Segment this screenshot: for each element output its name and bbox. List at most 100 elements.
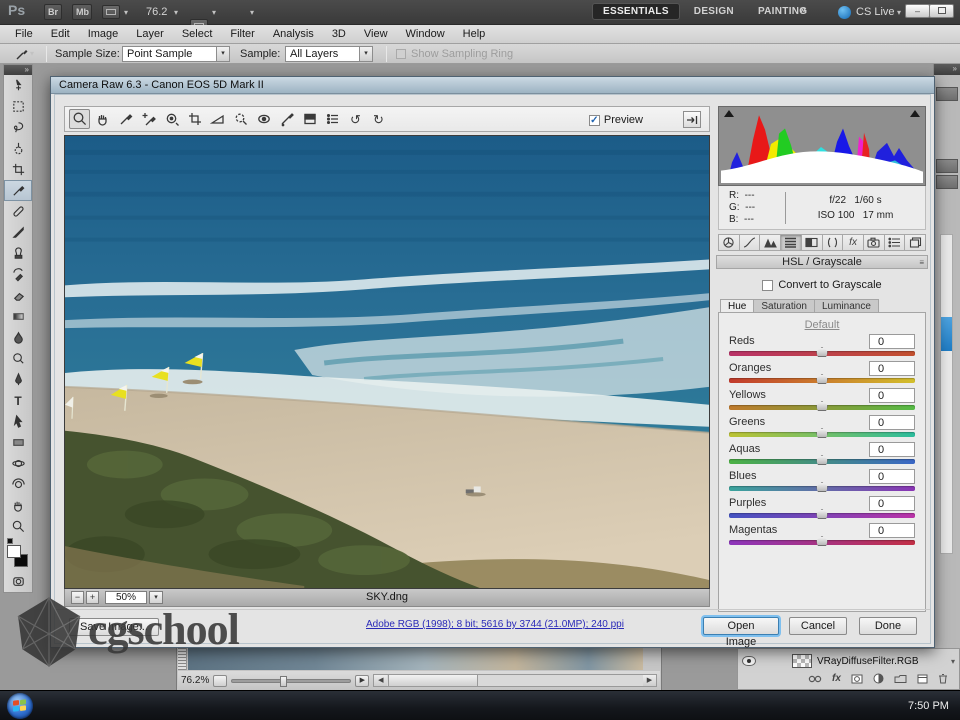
3d-orbit-tool[interactable]	[4, 474, 32, 495]
collapsed-panel-header[interactable]	[936, 87, 958, 101]
zoom-out-button[interactable]: −	[71, 591, 84, 604]
collapsed-panel-header[interactable]	[936, 175, 958, 189]
zoom-tool[interactable]	[4, 516, 32, 537]
tab-tone-curve-icon[interactable]	[739, 234, 761, 251]
fullscreen-toggle-icon[interactable]	[683, 111, 701, 128]
layer-visibility-eye-icon[interactable]	[742, 656, 756, 666]
arrange-documents-dropdown-arrow[interactable]: ▾	[212, 0, 216, 25]
preferences-icon[interactable]	[322, 109, 343, 129]
menu-view[interactable]: View	[355, 25, 397, 43]
rotate-left-icon[interactable]: ↺	[345, 109, 366, 129]
scroll-right-arrow[interactable]: ▶	[643, 675, 656, 686]
slider-track[interactable]	[729, 455, 915, 465]
horizontal-scrollbar[interactable]: ◀ ▶	[373, 674, 657, 687]
layer-thumbnail[interactable]	[792, 654, 812, 668]
sample-select[interactable]: All Layers ▾	[285, 46, 373, 62]
new-layer-icon[interactable]	[917, 674, 928, 684]
blur-tool[interactable]	[4, 327, 32, 348]
convert-to-grayscale-checkbox[interactable]	[762, 279, 774, 291]
menu-help[interactable]: Help	[454, 25, 495, 43]
3d-rotate-tool[interactable]	[4, 453, 32, 474]
hsl-tab-hue[interactable]: Hue	[720, 299, 754, 313]
tab-effects-icon[interactable]: fx	[843, 234, 864, 251]
slider-value-input[interactable]: 0	[869, 414, 915, 430]
collapsed-panel-header[interactable]	[936, 159, 958, 173]
tab-camera-calibration-icon[interactable]	[863, 234, 885, 251]
pen-tool[interactable]	[4, 369, 32, 390]
start-button[interactable]	[7, 693, 33, 719]
spot-removal-tool[interactable]	[230, 109, 251, 129]
workflow-options-link[interactable]: Adobe RGB (1998); 8 bit; 5616 by 3744 (2…	[295, 619, 695, 630]
default-colors-icon[interactable]	[7, 538, 13, 544]
done-button[interactable]: Done	[859, 617, 917, 635]
red-eye-removal-tool[interactable]	[253, 109, 274, 129]
new-group-icon[interactable]	[894, 674, 907, 684]
straighten-tool[interactable]	[207, 109, 228, 129]
open-image-button[interactable]: Open Image	[703, 617, 779, 648]
slider-track[interactable]	[729, 347, 915, 357]
eraser-tool[interactable]	[4, 285, 32, 306]
targeted-adjustment-tool[interactable]	[161, 109, 182, 129]
default-link[interactable]: Default	[800, 319, 844, 331]
tab-lens-corrections-icon[interactable]	[822, 234, 844, 251]
clone-stamp-tool[interactable]	[4, 243, 32, 264]
bridge-button[interactable]: Br	[44, 4, 62, 20]
white-balance-tool[interactable]	[115, 109, 136, 129]
menu-image[interactable]: Image	[79, 25, 128, 43]
hsl-tab-luminance[interactable]: Luminance	[813, 299, 879, 313]
document-zoom-level[interactable]: 76.2%	[181, 675, 209, 686]
slider-value-input[interactable]: 0	[869, 333, 915, 349]
zoom-slider-thumb[interactable]	[279, 675, 287, 687]
tab-presets-icon[interactable]	[884, 234, 906, 251]
add-mask-icon[interactable]	[851, 674, 863, 684]
mini-bridge-button[interactable]: Mb	[72, 4, 92, 20]
slider-track[interactable]	[729, 428, 915, 438]
slider-value-input[interactable]: 0	[869, 495, 915, 511]
adjustment-layer-icon[interactable]	[873, 673, 884, 684]
tab-snapshots-icon[interactable]	[905, 234, 927, 251]
tool-preset-arrow[interactable]: ▾	[30, 41, 34, 66]
minimize-button[interactable]: –	[905, 4, 930, 18]
menu-edit[interactable]: Edit	[42, 25, 79, 43]
scrollbar-thumb[interactable]	[941, 317, 952, 351]
brush-tool[interactable]	[4, 222, 32, 243]
panel-scrollbar[interactable]	[940, 234, 953, 554]
link-layers-icon[interactable]	[808, 674, 822, 684]
slider-track[interactable]	[729, 536, 915, 546]
tab-basic-icon[interactable]	[718, 234, 740, 251]
zoom-tool[interactable]	[69, 109, 90, 129]
color-sampler-tool[interactable]	[138, 109, 159, 129]
workspace-tab-essentials[interactable]: ESSENTIALS	[592, 3, 680, 20]
menu-analysis[interactable]: Analysis	[264, 25, 323, 43]
panel-menu-icon[interactable]: ≡	[919, 258, 924, 267]
menu-select[interactable]: Select	[173, 25, 222, 43]
taskbar-clock[interactable]: 7:50 PM	[908, 691, 949, 720]
menu-layer[interactable]: Layer	[127, 25, 173, 43]
slider-track[interactable]	[729, 401, 915, 411]
cs-live-dropdown-arrow[interactable]: ▾	[897, 0, 901, 25]
layer-style-fx-icon[interactable]: fx	[832, 673, 841, 684]
move-tool[interactable]	[4, 75, 32, 96]
workspace-overflow-chevron[interactable]: »	[800, 4, 806, 16]
tab-detail-icon[interactable]	[760, 234, 782, 251]
zoom-slider[interactable]	[231, 675, 352, 687]
scroll-left-arrow[interactable]: ◀	[374, 675, 388, 686]
crop-tool[interactable]	[4, 159, 32, 180]
spot-healing-brush-tool[interactable]	[4, 201, 32, 222]
quick-selection-tool[interactable]	[4, 138, 32, 159]
crop-tool[interactable]	[184, 109, 205, 129]
panel-collapse-chevron[interactable]: »	[934, 64, 960, 75]
history-brush-tool[interactable]	[4, 264, 32, 285]
eyedropper-tool-icon[interactable]	[14, 46, 30, 62]
highlight-clipping-indicator[interactable]	[910, 110, 920, 117]
layer-name[interactable]: VRayDiffuseFilter.RGB	[817, 656, 919, 667]
menu-filter[interactable]: Filter	[221, 25, 263, 43]
shadow-clipping-indicator[interactable]	[724, 110, 734, 117]
menu-window[interactable]: Window	[397, 25, 454, 43]
graduated-filter-tool[interactable]	[299, 109, 320, 129]
eyedropper-tool[interactable]	[4, 180, 32, 201]
preview-checkbox[interactable]: ✓	[588, 114, 600, 126]
zoom-in-arrow[interactable]: ▶	[355, 674, 370, 687]
lasso-tool[interactable]	[4, 117, 32, 138]
adjustment-brush-tool[interactable]	[276, 109, 297, 129]
